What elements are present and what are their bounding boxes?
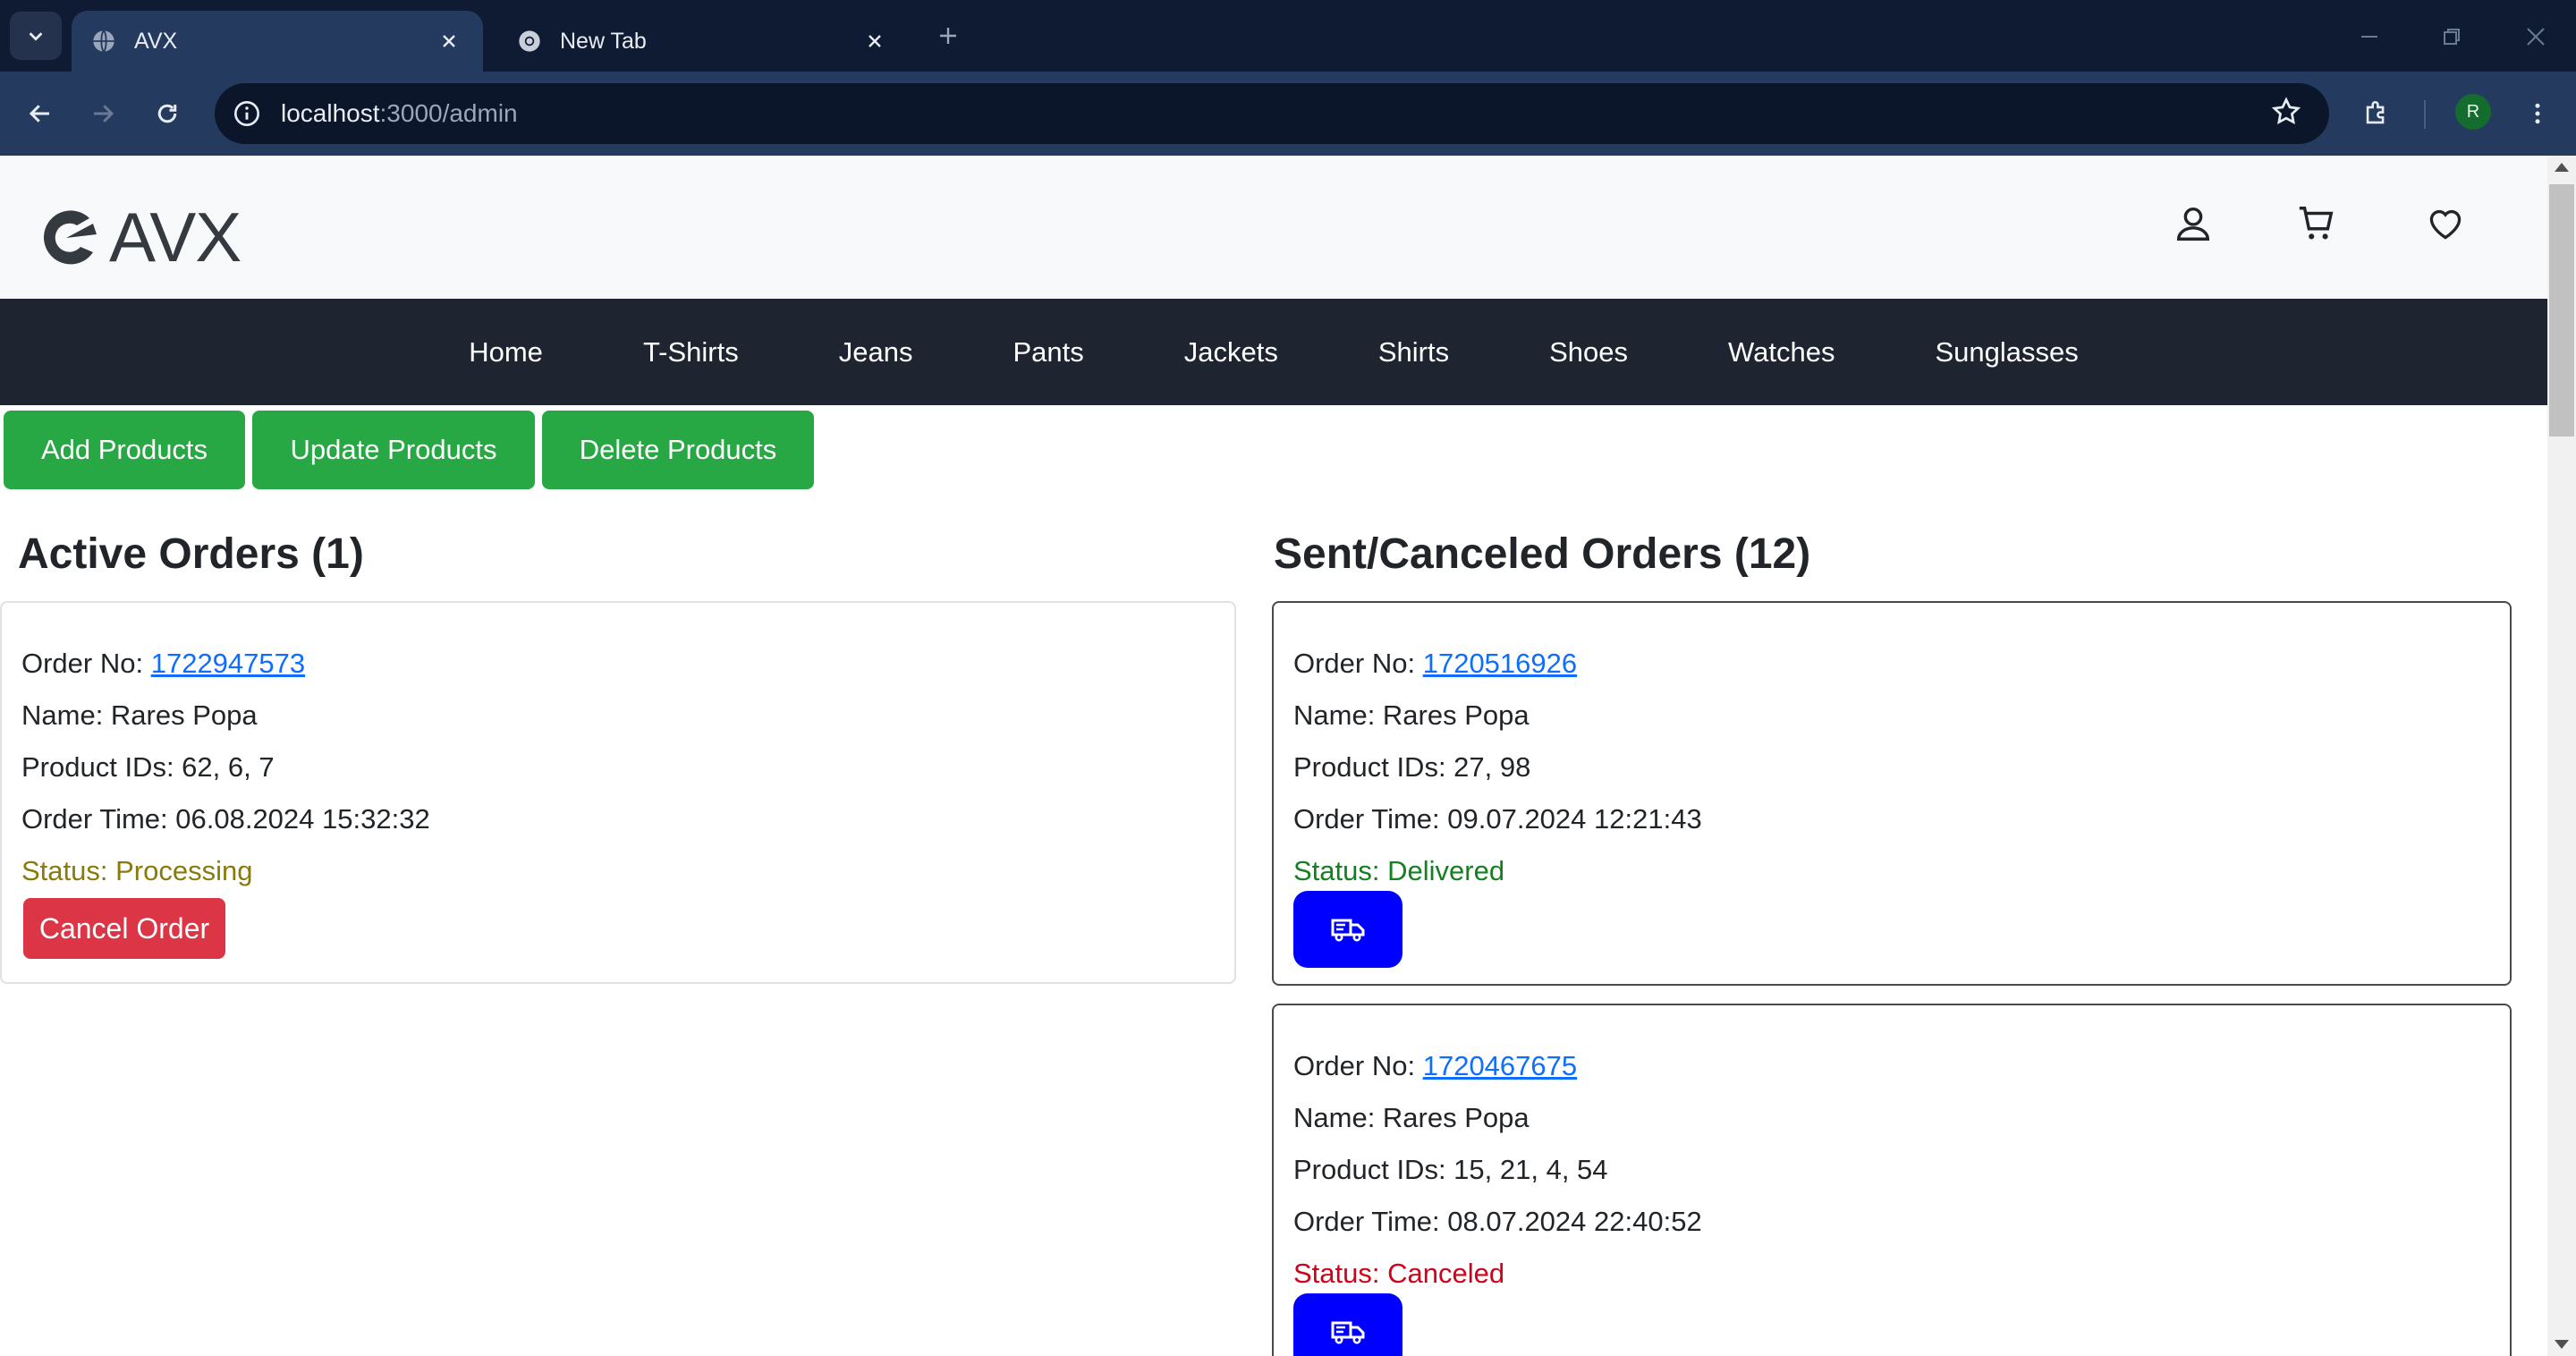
url-host: localhost (281, 99, 380, 127)
more-vertical-icon (2535, 103, 2540, 124)
chrome-icon (519, 30, 540, 52)
order-products: Product IDs: 15, 21, 4, 54 (1293, 1154, 1608, 1185)
puzzle-icon (2366, 101, 2385, 124)
user-icon (2176, 207, 2210, 241)
order-number: Order No: 1720516926 (1293, 648, 1577, 680)
arrow-right-icon (94, 105, 114, 123)
cart-button[interactable] (2290, 197, 2343, 250)
browser-tab-bar: AVX New Tab (0, 0, 2576, 72)
order-time: Order Time: 06.08.2024 15:32:32 (21, 803, 430, 835)
order-products: Product IDs: 27, 98 (1293, 751, 1531, 783)
wishlist-button[interactable] (2419, 197, 2472, 250)
update-products-button[interactable]: Update Products (252, 411, 535, 489)
nav-item-t-shirts[interactable]: T-Shirts (593, 336, 789, 369)
category-nav: Home T-Shirts Jeans Pants Jackets Shirts… (0, 299, 2547, 405)
order-number-label: Order No: (21, 648, 151, 679)
page-viewport: AVX Home T-Shirts Jeans Pants Jackets Sh… (0, 156, 2547, 1356)
order-name: Name: Rares Popa (21, 699, 258, 731)
cart-icon (2299, 207, 2334, 240)
scroll-down-arrow[interactable] (2555, 1340, 2569, 1349)
close-tab-icon[interactable] (435, 27, 463, 55)
nav-item-pants[interactable]: Pants (962, 336, 1133, 369)
browser-menu-button[interactable] (2517, 93, 2558, 134)
restore-icon (2444, 29, 2460, 45)
order-status: Status: Delivered (1293, 855, 1505, 886)
new-tab-button[interactable] (930, 18, 966, 54)
arrow-left-icon (29, 105, 49, 123)
shipping-button[interactable] (1293, 1293, 1402, 1356)
order-number-label: Order No: (1293, 1050, 1423, 1081)
canceled-order-card: Order No: 1720467675 Name: Rares Popa Pr… (1272, 1004, 2512, 1356)
close-tab-icon[interactable] (860, 27, 889, 55)
tab-new-tab[interactable]: New Tab (497, 11, 909, 72)
reload-button[interactable] (147, 93, 188, 134)
order-number-link[interactable]: 1720516926 (1423, 648, 1577, 679)
bookmark-star-icon[interactable] (2270, 96, 2302, 132)
nav-item-shirts[interactable]: Shirts (1328, 336, 1499, 369)
order-status: Status: Processing (21, 855, 253, 886)
avx-logo-icon (43, 209, 97, 264)
address-bar[interactable]: localhost:3000/admin (215, 83, 2329, 144)
scrollbar-thumb[interactable] (2549, 184, 2574, 436)
url-text: localhost:3000/admin (281, 99, 518, 128)
nav-item-home[interactable]: Home (419, 336, 593, 369)
scroll-up-arrow[interactable] (2555, 163, 2569, 172)
tab-search-button[interactable] (10, 12, 62, 60)
back-button[interactable] (20, 93, 61, 134)
extensions-button[interactable] (2356, 93, 2397, 134)
order-number: Order No: 1720467675 (1293, 1050, 1577, 1082)
page-scrollbar[interactable] (2547, 156, 2576, 1356)
chevron-down-icon (29, 32, 43, 41)
truck-icon (1331, 919, 1365, 942)
order-name: Name: Rares Popa (1293, 1102, 1530, 1133)
order-time: Order Time: 09.07.2024 12:21:43 (1293, 803, 1702, 835)
forward-button[interactable] (82, 93, 123, 134)
sent-order-card: Order No: 1720516926 Name: Rares Popa Pr… (1272, 601, 2512, 986)
tab-title: New Tab (560, 28, 647, 54)
tab-title: AVX (134, 28, 178, 54)
heart-icon (2429, 209, 2462, 240)
order-number-link[interactable]: 1720467675 (1423, 1050, 1577, 1081)
toolbar-divider (2424, 100, 2426, 129)
add-products-button[interactable]: Add Products (4, 411, 245, 489)
logo-text: AVX (109, 198, 242, 276)
url-path: :3000/admin (379, 99, 518, 127)
browser-toolbar: localhost:3000/admin (0, 72, 2576, 156)
active-orders-title: Active Orders (1) (18, 530, 364, 578)
order-time: Order Time: 08.07.2024 22:40:52 (1293, 1206, 1702, 1237)
plus-icon (940, 28, 956, 44)
nav-item-shoes[interactable]: Shoes (1499, 336, 1678, 369)
site-info-icon[interactable] (229, 96, 265, 131)
nav-item-watches[interactable]: Watches (1678, 336, 1885, 369)
restore-button[interactable] (2431, 16, 2472, 57)
minimize-icon (2361, 36, 2377, 38)
delete-products-button[interactable]: Delete Products (542, 411, 814, 489)
globe-icon (93, 30, 114, 53)
site-header: AVX (0, 156, 2547, 299)
nav-item-sunglasses[interactable]: Sunglasses (1885, 336, 2128, 369)
close-window-button[interactable] (2515, 16, 2556, 57)
order-products: Product IDs: 62, 6, 7 (21, 751, 275, 783)
minimize-button[interactable] (2349, 16, 2390, 57)
active-order-card: Order No: 1722947573 Name: Rares Popa Pr… (0, 601, 1236, 984)
account-button[interactable] (2166, 197, 2220, 250)
order-number: Order No: 1722947573 (21, 648, 305, 680)
order-number-label: Order No: (1293, 648, 1423, 679)
tab-avx[interactable]: AVX (72, 11, 483, 72)
order-status: Status: Canceled (1293, 1258, 1505, 1289)
profile-avatar[interactable]: R (2455, 94, 2491, 130)
admin-actions: Add Products Update Products Delete Prod… (4, 411, 814, 489)
shipping-button[interactable] (1293, 891, 1402, 968)
order-name: Name: Rares Popa (1293, 699, 1530, 731)
sent-orders-title: Sent/Canceled Orders (12) (1274, 530, 1811, 578)
order-number-link[interactable]: 1722947573 (151, 648, 305, 679)
reload-icon (157, 104, 177, 123)
truck-icon (1331, 1321, 1365, 1344)
nav-item-jackets[interactable]: Jackets (1134, 336, 1328, 369)
site-logo[interactable]: AVX (34, 197, 242, 278)
cancel-order-button[interactable]: Cancel Order (23, 898, 225, 959)
close-icon (2527, 28, 2545, 46)
nav-item-jeans[interactable]: Jeans (789, 336, 963, 369)
